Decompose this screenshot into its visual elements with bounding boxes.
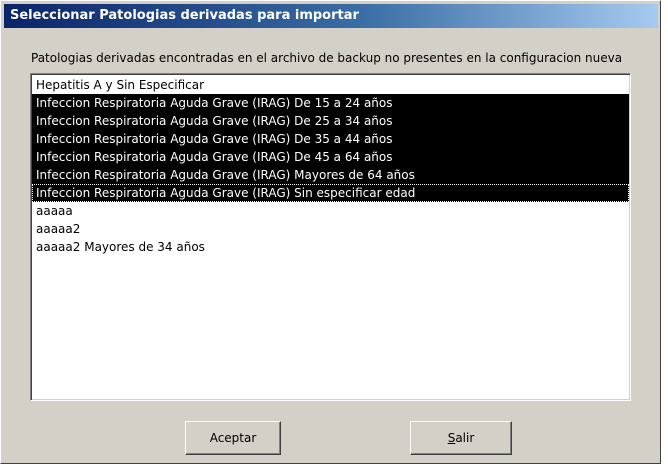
window-title: Seleccionar Patologias derivadas para im… bbox=[10, 8, 359, 23]
exit-button-label: alir bbox=[455, 431, 475, 445]
list-item[interactable]: Infeccion Respiratoria Aguda Grave (IRAG… bbox=[32, 148, 629, 166]
accept-button[interactable]: Aceptar bbox=[185, 421, 281, 455]
list-item[interactable]: Hepatitis A y Sin Especificar bbox=[32, 76, 629, 94]
list-item[interactable]: Infeccion Respiratoria Aguda Grave (IRAG… bbox=[32, 94, 629, 112]
accept-button-label: Aceptar bbox=[209, 431, 257, 445]
list-item[interactable]: Infeccion Respiratoria Aguda Grave (IRAG… bbox=[32, 166, 629, 184]
list-item[interactable]: aaaaa bbox=[32, 202, 629, 220]
list-item[interactable]: Infeccion Respiratoria Aguda Grave (IRAG… bbox=[32, 112, 629, 130]
pathology-listbox[interactable]: Hepatitis A y Sin Especificar Infeccion R… bbox=[30, 73, 631, 401]
list-item[interactable]: aaaaa2 Mayores de 34 años bbox=[32, 238, 629, 256]
list-item[interactable]: Infeccion Respiratoria Aguda Grave (IRAG… bbox=[32, 184, 629, 202]
dialog-window: Seleccionar Patologias derivadas para im… bbox=[0, 0, 661, 464]
list-item[interactable]: Infeccion Respiratoria Aguda Grave (IRAG… bbox=[32, 130, 629, 148]
list-item[interactable]: aaaaa2 bbox=[32, 220, 629, 238]
description-label: Patologias derivadas encontradas en el a… bbox=[31, 51, 623, 65]
exit-button[interactable]: Salir bbox=[410, 421, 512, 455]
title-bar[interactable]: Seleccionar Patologias derivadas para im… bbox=[4, 4, 658, 28]
